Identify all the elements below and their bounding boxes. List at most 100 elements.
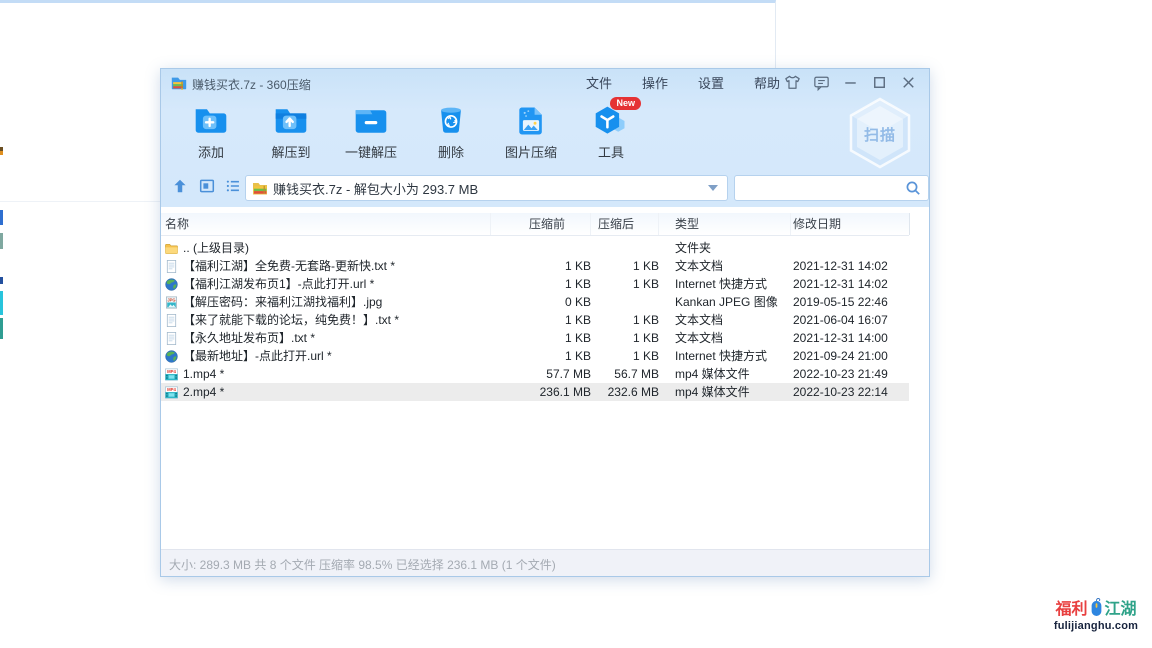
menu-operation[interactable]: 操作	[642, 73, 668, 92]
file-date: 2021-09-24 21:00	[791, 347, 909, 365]
toolbar-label: 解压到	[271, 142, 310, 161]
screen-edge-fragment	[0, 318, 3, 339]
extract-to-button[interactable]: 解压到	[255, 101, 327, 165]
file-row[interactable]: .. (上级目录)文件夹	[161, 239, 909, 257]
file-date	[791, 239, 909, 257]
combobox-dropdown-arrow[interactable]	[708, 185, 718, 191]
file-date: 2022-10-23 21:49	[791, 365, 909, 383]
file-date: 2021-12-31 14:02	[791, 257, 909, 275]
file-row[interactable]: 【永久地址发布页】.txt *1 KB1 KB文本文档2021-12-31 14…	[161, 329, 909, 347]
file-name: 2.mp4 *	[183, 383, 224, 401]
file-row-selected[interactable]: MP42.mp4 *236.1 MB232.6 MBmp4 媒体文件2022-1…	[161, 383, 909, 401]
file-date: 2021-12-31 14:02	[791, 275, 909, 293]
size-after: 1 KB	[591, 257, 659, 275]
file-type: 文本文档	[673, 329, 791, 347]
skin-shirt-icon[interactable]	[781, 72, 803, 93]
txt-file-icon	[164, 331, 179, 346]
file-type: 文本文档	[673, 257, 791, 275]
add-folder-icon	[191, 103, 231, 139]
size-before: 1 KB	[491, 329, 591, 347]
file-type: 文本文档	[673, 311, 791, 329]
window-title: 赚钱买衣.7z - 360压缩	[192, 76, 311, 93]
feedback-icon[interactable]	[810, 72, 832, 93]
status-bar: 大小: 289.3 MB 共 8 个文件 压缩率 98.5% 已经选择 236.…	[161, 549, 929, 576]
menu-help[interactable]: 帮助	[754, 73, 780, 92]
file-row[interactable]: JPG【解压密码：来福利江湖找福利】.jpg0 KBKankan JPEG 图像…	[161, 293, 909, 311]
archive-path-text: 赚钱买衣.7z - 解包大小为 293.7 MB	[273, 179, 478, 198]
column-header-type[interactable]: 类型	[673, 213, 791, 235]
add-button[interactable]: 添加	[175, 101, 247, 165]
list-header: 名称 压缩前 压缩后 类型 修改日期	[161, 213, 909, 236]
file-row[interactable]: 【福利江湖发布页1】-点此打开.url *1 KB1 KBInternet 快捷…	[161, 275, 909, 293]
file-row[interactable]: 【福利江湖】全免费-无套路-更新快.txt *1 KB1 KB文本文档2021-…	[161, 257, 909, 275]
list-view-icon[interactable]	[224, 177, 242, 195]
archive-path-combobox[interactable]: 赚钱买衣.7z - 解包大小为 293.7 MB	[245, 175, 728, 201]
file-name: 【解压密码：来福利江湖找福利】.jpg	[183, 293, 382, 311]
jpg-file-icon: JPG	[164, 295, 179, 310]
app-archive-icon	[170, 74, 188, 92]
toolbar-label: 图片压缩	[505, 142, 557, 161]
view-mode-icon[interactable]	[198, 177, 216, 195]
size-after	[591, 239, 659, 257]
header-divider	[909, 213, 910, 235]
new-badge: New	[610, 97, 641, 110]
file-date: 2022-10-23 22:14	[791, 383, 909, 401]
size-before: 236.1 MB	[491, 383, 591, 401]
mp4-file-icon: MP4	[164, 367, 179, 382]
logo-text-right: 江湖	[1105, 595, 1137, 619]
file-date: 2021-06-04 16:07	[791, 311, 909, 329]
extract-to-folder-icon	[271, 103, 311, 139]
file-date: 2019-05-15 22:46	[791, 293, 909, 311]
screen: 赚钱买衣.7z - 360压缩 文件 操作 设置 帮助	[0, 0, 1152, 648]
file-name: 1.mp4 *	[183, 365, 224, 383]
url-file-icon	[164, 277, 179, 292]
mouse-icon	[1090, 596, 1103, 618]
scan-label: 扫描	[847, 124, 913, 145]
file-name: 【永久地址发布页】.txt *	[183, 329, 315, 347]
maximize-button[interactable]	[868, 72, 890, 93]
image-compress-icon	[511, 103, 551, 139]
screen-edge-fragment	[0, 210, 3, 225]
size-after: 1 KB	[591, 311, 659, 329]
search-icon[interactable]	[905, 180, 922, 197]
size-before: 1 KB	[491, 275, 591, 293]
txt-file-icon	[164, 313, 179, 328]
menu-settings[interactable]: 设置	[698, 73, 724, 92]
size-after: 1 KB	[591, 275, 659, 293]
file-row[interactable]: 【最新地址】-点此打开.url *1 KB1 KBInternet 快捷方式20…	[161, 347, 909, 365]
file-type: Kankan JPEG 图像	[673, 293, 791, 311]
screen-edge-fragment	[0, 233, 3, 249]
one-click-extract-button[interactable]: 一键解压	[335, 101, 407, 165]
file-type: mp4 媒体文件	[673, 383, 791, 401]
file-row[interactable]: MP41.mp4 *57.7 MB56.7 MBmp4 媒体文件2022-10-…	[161, 365, 909, 383]
delete-button[interactable]: 删除	[415, 101, 487, 165]
trash-icon	[431, 103, 471, 139]
tools-button[interactable]: New 工具	[575, 101, 647, 165]
fulijianghu-logo: 福利 江湖 fulijianghu.com	[1046, 592, 1146, 644]
minimize-button[interactable]	[839, 72, 861, 93]
column-header-name[interactable]: 名称	[161, 213, 491, 235]
column-header-size-before[interactable]: 压缩前	[491, 213, 591, 235]
folder-file-icon	[164, 241, 179, 256]
up-arrow-icon[interactable]	[171, 177, 189, 195]
size-before: 1 KB	[491, 257, 591, 275]
archive-file-icon	[252, 180, 268, 196]
file-name: 【福利江湖发布页1】-点此打开.url *	[183, 275, 374, 293]
close-button[interactable]	[897, 72, 919, 93]
title-bar[interactable]: 赚钱买衣.7z - 360压缩 文件 操作 设置 帮助	[161, 69, 929, 96]
file-row[interactable]: 【来了就能下载的论坛，纯免费！】.txt *1 KB1 KB文本文档2021-0…	[161, 311, 909, 329]
logo-text-left: 福利	[1055, 595, 1087, 619]
status-text: 大小: 289.3 MB 共 8 个文件 压缩率 98.5% 已经选择 236.…	[169, 556, 556, 573]
menu-file[interactable]: 文件	[586, 73, 612, 92]
svg-text:JPG: JPG	[167, 297, 175, 302]
column-header-date[interactable]: 修改日期	[791, 213, 909, 235]
file-list: .. (上级目录)文件夹【福利江湖】全免费-无套路-更新快.txt *1 KB1…	[161, 239, 909, 401]
image-compress-button[interactable]: 图片压缩	[495, 101, 567, 165]
column-header-size-after[interactable]: 压缩后	[591, 213, 659, 235]
size-after: 1 KB	[591, 329, 659, 347]
size-before: 1 KB	[491, 311, 591, 329]
scan-button[interactable]: 扫描	[847, 97, 913, 169]
mp4-file-icon: MP4	[164, 385, 179, 400]
toolbar-label: 工具	[598, 142, 624, 161]
search-input[interactable]	[741, 178, 900, 200]
